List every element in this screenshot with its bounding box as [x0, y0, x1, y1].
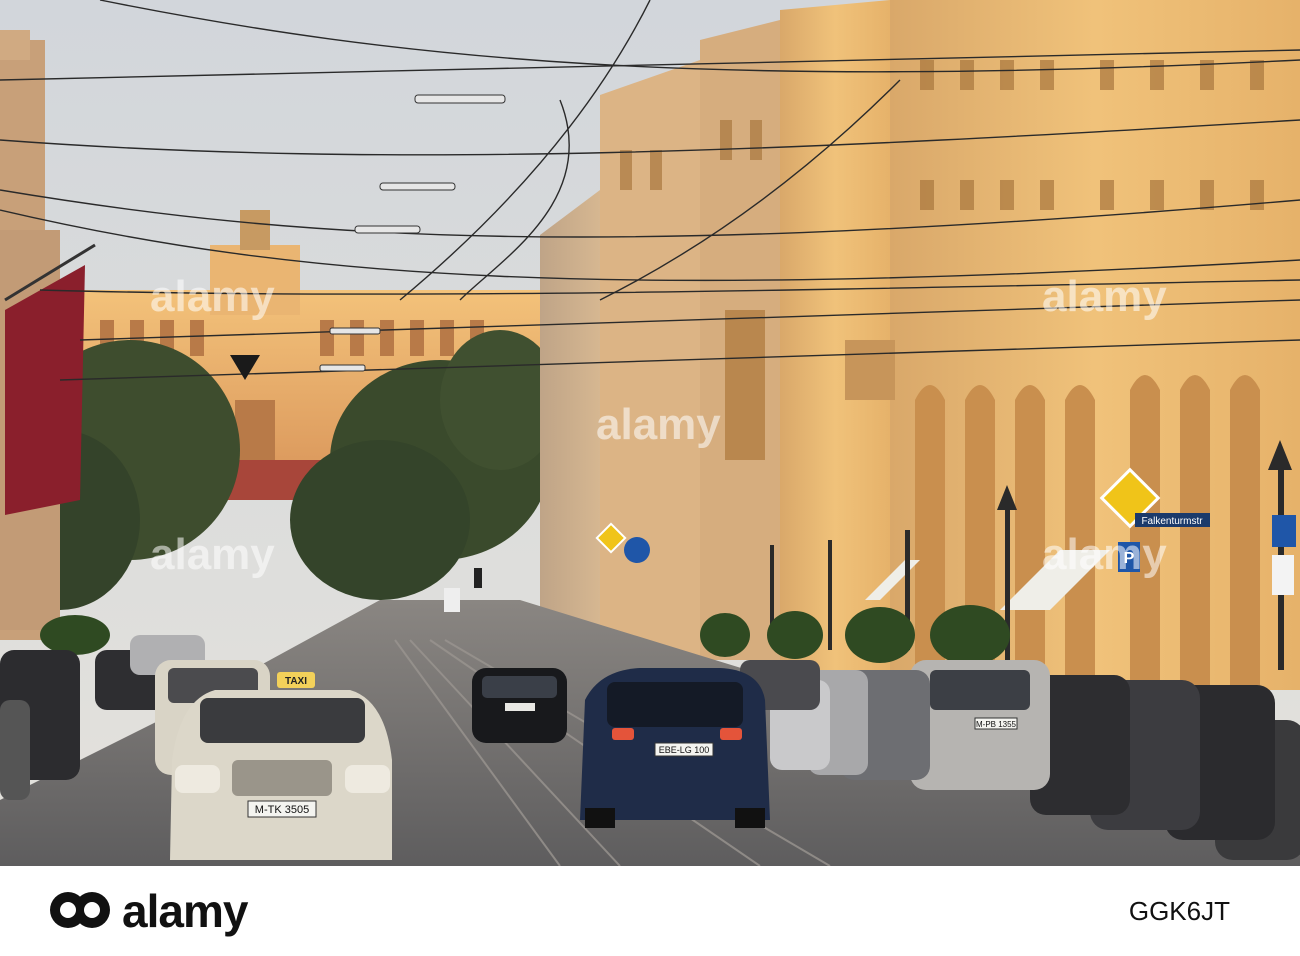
- logo-text: alamy: [122, 885, 248, 937]
- vw-plate: EBE-LG 100: [659, 745, 710, 755]
- street-photo: M-PB 1355 EBE-LG 100 TAXI M-TK 3505 Falk…: [0, 0, 1300, 866]
- mini-car: [472, 668, 567, 743]
- alamy-logo-icon: [50, 892, 110, 928]
- taxi-car: TAXI M-TK 3505: [170, 672, 392, 860]
- image-id: GGK6JT: [1128, 896, 1230, 926]
- taxi-roof-sign: TAXI: [285, 676, 307, 687]
- footer-bar: alamy GGK6JT: [0, 866, 1300, 956]
- parking-sign: P: [1124, 550, 1135, 567]
- vw-car: EBE-LG 100: [580, 668, 770, 828]
- right-buildings: [540, 0, 1300, 700]
- taxi-plate: M-TK 3505: [255, 804, 309, 816]
- street-name-sign: Falkenturmstr: [1141, 516, 1203, 527]
- silver-car-plate: M-PB 1355: [976, 720, 1017, 729]
